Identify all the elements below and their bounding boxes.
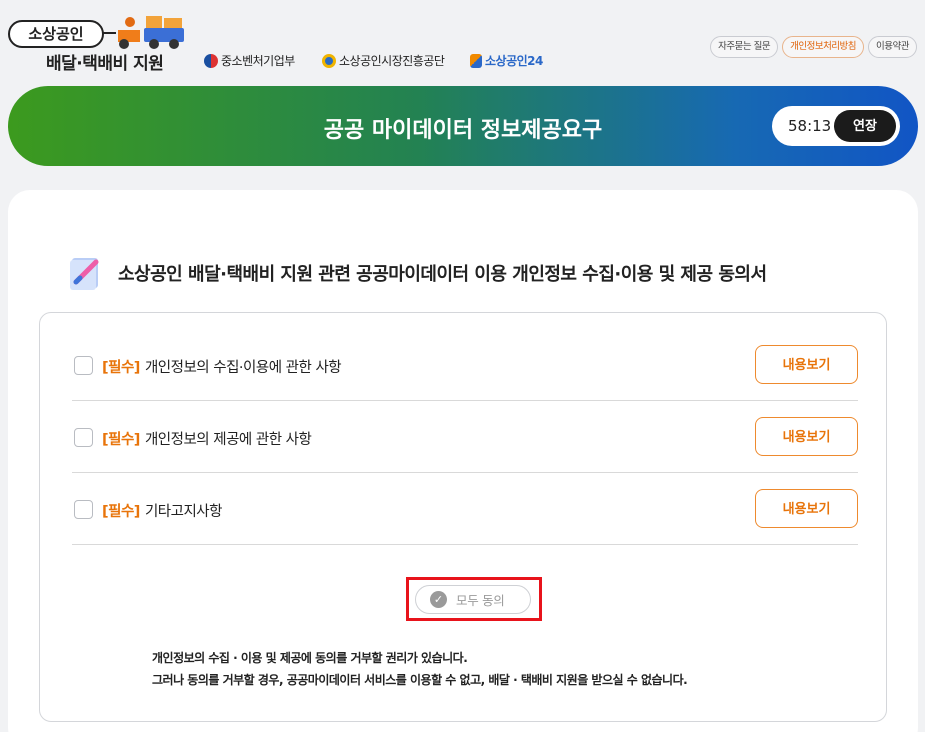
sbiz24-icon — [470, 53, 482, 68]
refusal-notice: 개인정보의 수집 · 이용 및 제공에 동의를 거부할 권리가 있습니다. 그러… — [152, 647, 688, 691]
view-details-button[interactable]: 내용보기 — [755, 345, 858, 384]
timer-value: 58:13 — [788, 117, 832, 135]
check-circle-icon: ✓ — [430, 591, 447, 608]
agreement-row-other: [필수] 기타고지사항 내용보기 — [72, 473, 858, 545]
agree-all-highlight: ✓ 모두 동의 — [406, 577, 542, 621]
notice-line: 개인정보의 수집 · 이용 및 제공에 동의를 거부할 권리가 있습니다. — [152, 651, 468, 665]
faq-link[interactable]: 자주묻는 질문 — [710, 36, 779, 58]
agree-all-button[interactable]: ✓ 모두 동의 — [415, 585, 531, 614]
agree-all-label: 모두 동의 — [456, 593, 505, 608]
agreement-label: 개인정보의 제공에 관한 사항 — [144, 432, 312, 448]
taegeuk-icon — [204, 53, 218, 68]
title-banner: 공공 마이데이터 정보제공요구 58:13 연장 — [8, 86, 918, 166]
view-details-button[interactable]: 내용보기 — [755, 417, 858, 456]
consent-card: 소상공인 배달·택배비 지원 관련 공공마이데이터 이용 개인정보 수집·이용 … — [8, 190, 918, 732]
semas-icon — [322, 53, 336, 68]
org-logo-sbiz24: 소상공인24 — [470, 52, 543, 69]
required-badge: [필수] — [102, 432, 140, 448]
required-badge: [필수] — [102, 360, 140, 376]
agreement-list: [필수] 개인정보의 수집·이용에 관한 사항 내용보기 [필수] 개인정보의 제공… — [39, 312, 887, 722]
org-logo-mss: 중소벤처기업부 — [204, 52, 295, 69]
agreement-checkbox[interactable] — [74, 500, 93, 519]
top-links: 자주묻는 질문 개인정보처리방침 이용약관 — [710, 36, 917, 58]
session-timer: 58:13 연장 — [772, 106, 900, 146]
brand-subtitle: 배달·택배비 지원 — [46, 54, 164, 74]
agreement-row-collection: [필수] 개인정보의 수집·이용에 관한 사항 내용보기 — [72, 329, 858, 401]
agreement-row-provision: [필수] 개인정보의 제공에 관한 사항 내용보기 — [72, 401, 858, 473]
section-header: 소상공인 배달·택배비 지원 관련 공공마이데이터 이용 개인정보 수집·이용 … — [68, 254, 767, 292]
required-badge: [필수] — [102, 504, 140, 520]
terms-link[interactable]: 이용약관 — [868, 36, 917, 58]
agreement-label: 기타고지사항 — [144, 504, 223, 520]
extend-session-button[interactable]: 연장 — [834, 110, 896, 142]
notice-line: 그러나 동의를 거부할 경우, 공공마이데이터 서비스를 이용할 수 없고, 배… — [152, 673, 688, 687]
brand-pill[interactable]: 소상공인 — [8, 20, 116, 48]
document-pen-icon — [70, 258, 99, 290]
site-header: 소상공인 배달·택배비 지원 중소벤처기업부 소상공인시장진흥공단 소상공인24… — [0, 0, 925, 82]
section-title: 소상공인 배달·택배비 지원 관련 공공마이데이터 이용 개인정보 수집·이용 … — [118, 264, 767, 285]
agreement-checkbox[interactable] — [74, 428, 93, 447]
agreement-label: 개인정보의 수집·이용에 관한 사항 — [144, 360, 342, 376]
view-details-button[interactable]: 내용보기 — [755, 489, 858, 528]
privacy-policy-link[interactable]: 개인정보처리방침 — [782, 36, 865, 58]
delivery-truck-icon — [118, 16, 184, 49]
agreement-checkbox[interactable] — [74, 356, 93, 375]
org-logo-semas: 소상공인시장진흥공단 — [322, 52, 445, 69]
